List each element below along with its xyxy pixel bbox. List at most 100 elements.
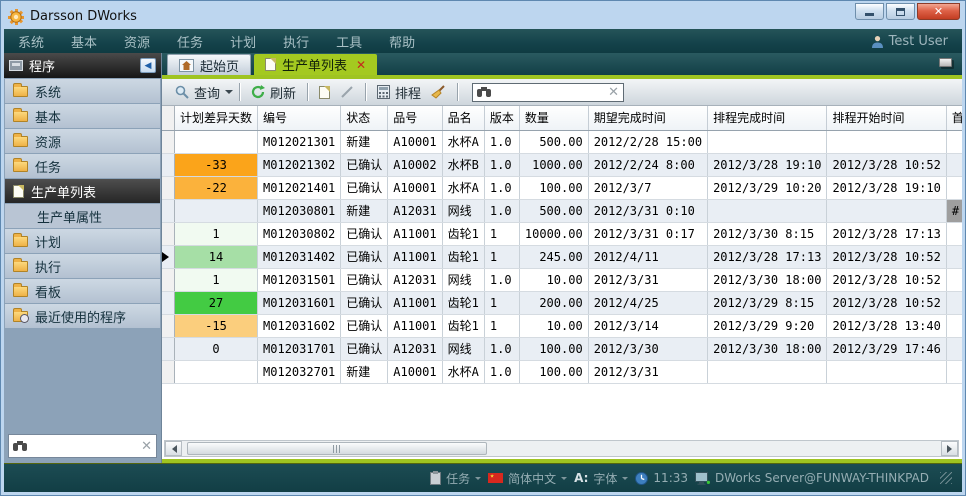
cell-extra[interactable]: # — [946, 199, 962, 222]
cell-diff[interactable] — [175, 199, 258, 222]
cell-sched_start[interactable]: 2012/3/28 10:52 — [827, 291, 946, 314]
row-header-cell[interactable] — [162, 222, 175, 245]
table-row[interactable]: 27M012031601已确认A11001齿轮11200.002012/4/25… — [162, 291, 962, 314]
cell-status[interactable]: 已确认 — [341, 337, 388, 360]
status-task-menu[interactable]: 任务 — [430, 470, 481, 487]
cell-version[interactable]: 1.0 — [484, 337, 519, 360]
cell-code[interactable]: M012031501 — [258, 268, 341, 291]
cell-diff[interactable]: 1 — [175, 222, 258, 245]
horizontal-scrollbar[interactable] — [164, 440, 959, 457]
column-header-code[interactable]: 编号 — [258, 106, 341, 130]
column-header-sched_start[interactable]: 排程开始时间 — [827, 106, 946, 130]
cell-qty[interactable]: 245.00 — [519, 245, 588, 268]
column-header-qty[interactable]: 数量 — [519, 106, 588, 130]
cell-status[interactable]: 新建 — [341, 199, 388, 222]
cell-expected[interactable]: 2012/3/14 — [588, 314, 707, 337]
cell-expected[interactable]: 2012/4/11 — [588, 245, 707, 268]
cell-version[interactable]: 1 — [484, 245, 519, 268]
cell-item_name[interactable]: 网线 — [442, 268, 484, 291]
cell-item_name[interactable]: 齿轮1 — [442, 314, 484, 337]
tab-close-icon[interactable]: ✕ — [356, 58, 366, 72]
tab-1[interactable]: 生产单列表✕ — [254, 54, 377, 75]
cell-expected[interactable]: 2012/3/31 0:17 — [588, 222, 707, 245]
cell-version[interactable]: 1.0 — [484, 199, 519, 222]
cell-code[interactable]: M012021302 — [258, 153, 341, 176]
table-row[interactable]: M012030801新建A12031网线1.0500.002012/3/31 0… — [162, 199, 962, 222]
table-row[interactable]: M012032701新建A10001水杯A1.0100.002012/3/31 — [162, 360, 962, 383]
sidebar-item-2[interactable]: 资源 — [5, 129, 160, 153]
cell-diff[interactable]: 27 — [175, 291, 258, 314]
column-header-version[interactable]: 版本 — [484, 106, 519, 130]
cell-status[interactable]: 已确认 — [341, 314, 388, 337]
row-header-cell[interactable] — [162, 268, 175, 291]
menu-item-0[interactable]: 系统 — [18, 32, 44, 51]
table-row[interactable]: 0M012031701已确认A12031网线1.0100.002012/3/30… — [162, 337, 962, 360]
sidebar-collapse-button[interactable]: ◀ — [140, 58, 156, 73]
toolbar-search-clear-icon[interactable]: ✕ — [608, 85, 619, 100]
cell-item_no[interactable]: A10001 — [388, 130, 442, 153]
row-header-cell[interactable] — [162, 176, 175, 199]
cell-sched_end[interactable]: 2012/3/29 8:15 — [708, 291, 827, 314]
menu-item-2[interactable]: 资源 — [124, 32, 150, 51]
sidebar-item-7[interactable]: 执行 — [5, 254, 160, 278]
cell-item_no[interactable]: A11001 — [388, 291, 442, 314]
cell-expected[interactable]: 2012/2/24 8:00 — [588, 153, 707, 176]
cell-diff[interactable]: -33 — [175, 153, 258, 176]
pin-icon[interactable] — [939, 58, 952, 67]
cell-expected[interactable]: 2012/3/31 — [588, 360, 707, 383]
cell-item_no[interactable]: A11001 — [388, 222, 442, 245]
cell-qty[interactable]: 500.00 — [519, 130, 588, 153]
cell-qty[interactable]: 10.00 — [519, 314, 588, 337]
cell-sched_end[interactable]: 2012/3/30 18:00 — [708, 268, 827, 291]
sidebar-item-3[interactable]: 任务 — [5, 154, 160, 178]
cell-code[interactable]: M012021401 — [258, 176, 341, 199]
table-row[interactable]: 14M012031402已确认A11001齿轮11245.002012/4/11… — [162, 245, 962, 268]
cell-status[interactable]: 已确认 — [341, 291, 388, 314]
cell-sched_end[interactable]: 2012/3/28 17:13 — [708, 245, 827, 268]
cell-expected[interactable]: 2012/2/28 15:00 — [588, 130, 707, 153]
cell-sched_end[interactable] — [708, 199, 827, 222]
cell-item_no[interactable]: A10002 — [388, 153, 442, 176]
cell-code[interactable]: M012031402 — [258, 245, 341, 268]
cell-item_name[interactable]: 网线 — [442, 199, 484, 222]
table-row[interactable]: -22M012021401已确认A10001水杯A1.0100.002012/3… — [162, 176, 962, 199]
sidebar-item-5[interactable]: 生产单属性 — [5, 204, 160, 228]
cell-sched_start[interactable]: 2012/3/28 10:52 — [827, 153, 946, 176]
toolbar-search-input[interactable] — [495, 85, 604, 99]
cell-status[interactable]: 已确认 — [341, 268, 388, 291]
cell-qty[interactable]: 500.00 — [519, 199, 588, 222]
cell-diff[interactable] — [175, 360, 258, 383]
scrollbar-thumb[interactable] — [187, 442, 487, 455]
cell-item_no[interactable]: A10001 — [388, 176, 442, 199]
cell-sched_start[interactable]: 2012/3/28 10:52 — [827, 245, 946, 268]
row-header-cell[interactable] — [162, 130, 175, 153]
status-font-menu[interactable]: A: 字体 — [574, 470, 628, 487]
cell-version[interactable]: 1 — [484, 222, 519, 245]
cell-code[interactable]: M012031701 — [258, 337, 341, 360]
schedule-button[interactable]: 排程 — [372, 81, 426, 104]
cell-extra[interactable] — [946, 222, 962, 245]
cell-item_name[interactable]: 齿轮1 — [442, 245, 484, 268]
cell-sched_start[interactable] — [827, 199, 946, 222]
menu-item-6[interactable]: 工具 — [336, 32, 362, 51]
sidebar-search-input[interactable] — [31, 439, 137, 453]
column-header-item_no[interactable]: 品号 — [388, 106, 442, 130]
cell-extra[interactable] — [946, 268, 962, 291]
cell-qty[interactable]: 100.00 — [519, 176, 588, 199]
cell-status[interactable]: 已确认 — [341, 222, 388, 245]
cell-version[interactable]: 1.0 — [484, 176, 519, 199]
cell-sched_start[interactable]: 2012/3/28 13:40 — [827, 314, 946, 337]
resize-grip[interactable] — [940, 472, 952, 484]
cell-item_no[interactable]: A12031 — [388, 199, 442, 222]
cell-version[interactable]: 1.0 — [484, 130, 519, 153]
column-header-expected[interactable]: 期望完成时间 — [588, 106, 707, 130]
table-row[interactable]: M012021301新建A10001水杯A1.0500.002012/2/28 … — [162, 130, 962, 153]
cell-item_name[interactable]: 水杯A — [442, 360, 484, 383]
cell-diff[interactable] — [175, 130, 258, 153]
cell-item_name[interactable]: 水杯A — [442, 176, 484, 199]
cell-extra[interactable] — [946, 360, 962, 383]
cell-item_name[interactable]: 齿轮1 — [442, 222, 484, 245]
cell-sched_start[interactable] — [827, 360, 946, 383]
cell-qty[interactable]: 200.00 — [519, 291, 588, 314]
table-row[interactable]: -33M012021302已确认A10002水杯B1.01000.002012/… — [162, 153, 962, 176]
